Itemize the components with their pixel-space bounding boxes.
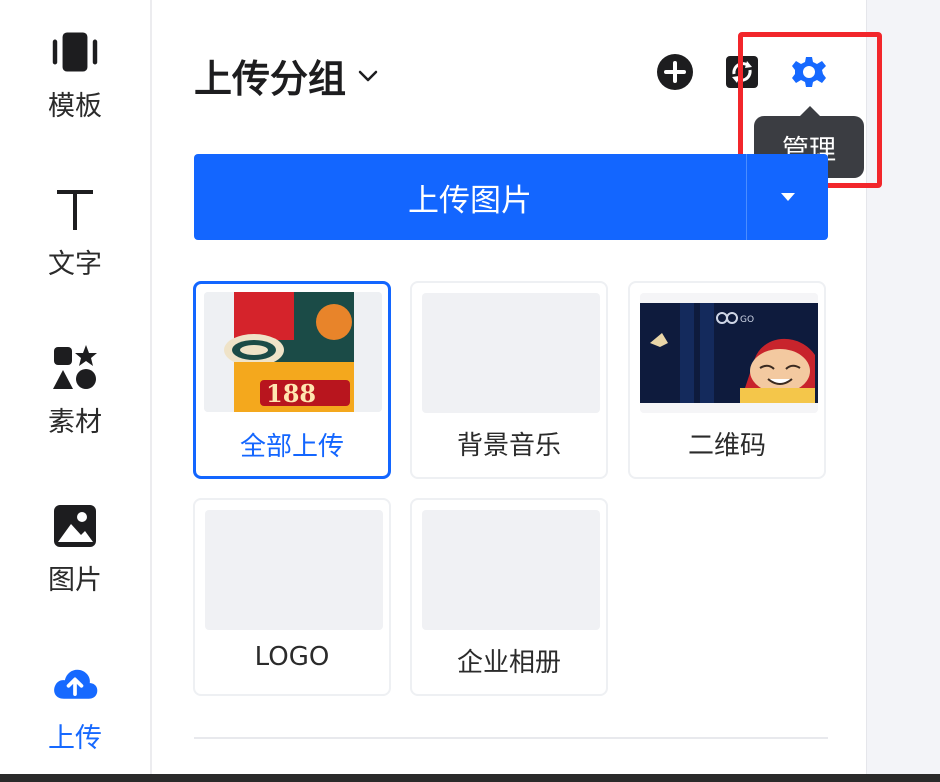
- group-thumbnail: [205, 510, 383, 630]
- caret-down-icon: [780, 193, 795, 201]
- sidebar-item-label: 上传: [48, 723, 102, 754]
- group-thumbnail: 188: [204, 292, 382, 412]
- sidebar-item-material[interactable]: 素材: [0, 344, 150, 474]
- add-circle-icon[interactable]: [655, 52, 695, 92]
- sidebar-item-text[interactable]: 文字: [0, 186, 150, 316]
- group-card-label: LOGO: [254, 642, 330, 672]
- group-card-all-uploads[interactable]: 188 全部上传: [193, 281, 391, 479]
- chevron-down-icon: [358, 70, 378, 81]
- group-card-bgm[interactable]: 背景音乐: [410, 281, 608, 479]
- sidebar-item-label: 文字: [48, 249, 102, 280]
- group-selector[interactable]: 上传分组: [194, 48, 380, 103]
- app-window: 模板 文字 素材 图片 上传 上传分组 管理 上传图片 188 全部上传 背景音…: [0, 0, 940, 782]
- sidebar-item-template[interactable]: 模板: [0, 28, 150, 158]
- group-thumbnail: [422, 510, 600, 630]
- template-icon: [51, 28, 99, 76]
- sidebar-item-label: 素材: [48, 407, 102, 438]
- group-card-company-album[interactable]: 企业相册: [410, 498, 608, 696]
- group-card-label: 背景音乐: [456, 431, 561, 461]
- image-icon: [51, 502, 99, 550]
- upload-cloud-icon: [51, 660, 99, 708]
- upload-image-button[interactable]: 上传图片: [194, 154, 746, 240]
- group-thumbnail: GO: [640, 293, 818, 413]
- group-card-logo[interactable]: LOGO: [193, 498, 391, 696]
- group-card-label: 二维码: [687, 431, 766, 461]
- page-title: 上传分组: [194, 57, 347, 101]
- group-card-label: 企业相册: [456, 648, 561, 678]
- sidebar-item-upload[interactable]: 上传: [0, 660, 150, 782]
- text-icon: [51, 186, 99, 234]
- group-thumbnail: [422, 293, 600, 413]
- upload-image-button-group: 上传图片: [194, 154, 828, 240]
- group-card-qrcode[interactable]: GO 二维码: [628, 281, 826, 479]
- sidebar-item-label: 图片: [48, 565, 102, 596]
- left-sidebar: 模板 文字 素材 图片 上传: [0, 0, 152, 774]
- upload-dropdown-button[interactable]: [747, 154, 828, 240]
- sidebar-item-image[interactable]: 图片: [0, 502, 150, 632]
- sidebar-item-label: 模板: [48, 91, 102, 122]
- shapes-icon: [51, 344, 99, 392]
- group-card-label: 全部上传: [239, 432, 344, 462]
- thumb-price-text: 188: [266, 379, 316, 408]
- thumb-brand-text: GO: [740, 315, 754, 325]
- divider: [194, 737, 828, 739]
